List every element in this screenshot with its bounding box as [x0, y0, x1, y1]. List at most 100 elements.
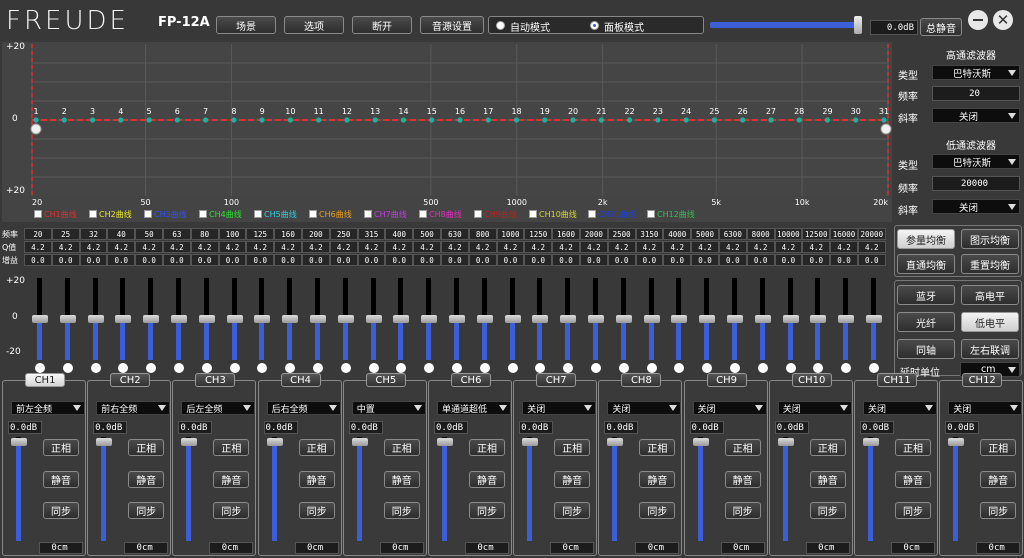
- eq-freq-cell[interactable]: 2500: [607, 228, 636, 240]
- sync-button[interactable]: 同步: [554, 502, 591, 519]
- band-node[interactable]: [231, 117, 237, 123]
- channel-delay-input[interactable]: 0cm: [465, 542, 509, 554]
- eq-band-fader[interactable]: [393, 275, 410, 375]
- checkbox-icon[interactable]: [647, 210, 655, 218]
- band-node[interactable]: [740, 117, 746, 123]
- band-node[interactable]: [33, 117, 39, 123]
- eq-gain-cell[interactable]: 0.0: [691, 254, 719, 266]
- sync-button[interactable]: 同步: [298, 502, 335, 519]
- scene-button[interactable]: 场景: [216, 16, 276, 34]
- eq-freq-cell[interactable]: 40: [107, 228, 136, 240]
- channel-delay-input[interactable]: 0cm: [635, 542, 680, 554]
- channel-assign-select[interactable]: 后左全频: [181, 401, 256, 415]
- channel-tab[interactable]: CH1: [25, 373, 65, 387]
- fader-knob[interactable]: [449, 315, 465, 323]
- eq-gain-cell[interactable]: 0.0: [274, 254, 302, 266]
- channel-volume-fader[interactable]: [522, 437, 539, 541]
- band-reset-dot[interactable]: [479, 363, 490, 373]
- curve-toggle[interactable]: CH7曲线: [364, 208, 407, 220]
- eq-response-graph[interactable]: 20 50 100 500 1000 2k 5k 10k 20k 1 2 3 4 5 6 7 8 9 10 11 12 1…: [2, 42, 892, 222]
- channel-delay-input[interactable]: 0cm: [805, 542, 850, 554]
- eq-gain-cell[interactable]: 0.0: [162, 254, 191, 266]
- curve-toggle[interactable]: CH12曲线: [647, 208, 695, 220]
- eq-band-fader[interactable]: [838, 275, 855, 375]
- fader-knob[interactable]: [87, 315, 104, 323]
- fader-knob[interactable]: [476, 315, 493, 323]
- eq-gain-cell[interactable]: 0.0: [468, 254, 497, 266]
- eq-q-cell[interactable]: 4.2: [468, 241, 497, 253]
- channel-volume-fader[interactable]: [351, 437, 368, 541]
- channel-volume-fader[interactable]: [692, 437, 709, 541]
- band-node[interactable]: [259, 117, 265, 123]
- eq-gain-cell[interactable]: 0.0: [579, 254, 608, 266]
- eq-gain-cell[interactable]: 0.0: [413, 254, 441, 266]
- eq-q-cell[interactable]: 4.2: [385, 241, 414, 253]
- band-reset-dot[interactable]: [507, 363, 518, 373]
- sync-button[interactable]: 同步: [809, 502, 846, 519]
- fader-knob[interactable]: [226, 315, 243, 323]
- band-reset-dot[interactable]: [340, 363, 351, 373]
- mute-button[interactable]: 静音: [809, 471, 846, 488]
- curve-toggle[interactable]: CH5曲线: [254, 208, 297, 220]
- channel-assign-select[interactable]: 前左全频: [11, 401, 85, 415]
- band-node[interactable]: [344, 117, 350, 123]
- band-reset-dot[interactable]: [563, 363, 574, 373]
- band-reset-dot[interactable]: [757, 363, 768, 373]
- eq-q-cell[interactable]: 4.2: [135, 241, 163, 253]
- band-node[interactable]: [853, 117, 859, 123]
- fader-knob[interactable]: [607, 438, 624, 447]
- checkbox-icon[interactable]: [254, 210, 262, 218]
- eq-freq-cell[interactable]: 100: [218, 228, 247, 240]
- fader-knob[interactable]: [181, 438, 198, 447]
- lpf-slope-select[interactable]: 关闭: [932, 199, 1020, 214]
- mute-button[interactable]: 静音: [298, 471, 335, 488]
- fader-knob[interactable]: [337, 315, 354, 323]
- eq-band-fader[interactable]: [615, 275, 632, 375]
- reset-eq-button[interactable]: 重置均衡: [961, 254, 1019, 274]
- eq-band-fader[interactable]: [282, 275, 299, 375]
- eq-q-cell[interactable]: 4.2: [718, 241, 747, 253]
- fader-knob[interactable]: [11, 438, 27, 447]
- eq-gain-cell[interactable]: 0.0: [857, 254, 886, 266]
- band-reset-dot[interactable]: [118, 363, 129, 373]
- phase-button[interactable]: 正相: [639, 439, 676, 456]
- fader-knob[interactable]: [393, 315, 410, 323]
- sync-button[interactable]: 同步: [980, 502, 1017, 519]
- eq-freq-cell[interactable]: 160: [274, 228, 302, 240]
- band-node[interactable]: [513, 117, 520, 123]
- fader-knob[interactable]: [782, 315, 799, 323]
- sync-button[interactable]: 同步: [724, 502, 761, 519]
- eq-freq-cell[interactable]: 20: [24, 228, 52, 240]
- fader-knob[interactable]: [522, 438, 539, 447]
- channel-assign-select[interactable]: 关闭: [777, 401, 852, 415]
- band-node[interactable]: [203, 117, 209, 123]
- eq-gain-cell[interactable]: 0.0: [385, 254, 414, 266]
- band-node[interactable]: [457, 117, 463, 123]
- band-reset-dot[interactable]: [34, 363, 45, 373]
- band-node[interactable]: [287, 117, 293, 123]
- eq-band-fader[interactable]: [643, 275, 660, 375]
- eq-freq-cell[interactable]: 5000: [691, 228, 719, 240]
- mute-button[interactable]: 静音: [469, 471, 505, 488]
- lpf-handle[interactable]: [880, 123, 892, 135]
- band-node[interactable]: [627, 117, 633, 123]
- eq-q-cell[interactable]: 4.2: [274, 241, 302, 253]
- curve-toggle[interactable]: CH4曲线: [199, 208, 242, 220]
- channel-delay-input[interactable]: 0cm: [720, 542, 765, 554]
- fader-knob[interactable]: [560, 315, 577, 323]
- channel-assign-select[interactable]: 关闭: [607, 401, 682, 415]
- band-reset-dot[interactable]: [674, 363, 685, 373]
- sync-button[interactable]: 同步: [128, 502, 165, 519]
- fader-knob[interactable]: [59, 315, 76, 323]
- checkbox-icon[interactable]: [199, 210, 207, 218]
- eq-q-cell[interactable]: 4.2: [524, 241, 553, 253]
- bypass-eq-button[interactable]: 直通均衡: [897, 254, 955, 274]
- eq-freq-cell[interactable]: 63: [162, 228, 191, 240]
- channel-gain-readout[interactable]: 0.0dB: [774, 421, 809, 434]
- eq-freq-cell[interactable]: 4000: [663, 228, 692, 240]
- channel-tab[interactable]: CH5: [365, 373, 406, 387]
- hpf-freq-input[interactable]: 20: [932, 86, 1020, 101]
- eq-gain-cell[interactable]: 0.0: [107, 254, 136, 266]
- eq-gain-cell[interactable]: 0.0: [718, 254, 747, 266]
- eq-gain-cell[interactable]: 0.0: [830, 254, 858, 266]
